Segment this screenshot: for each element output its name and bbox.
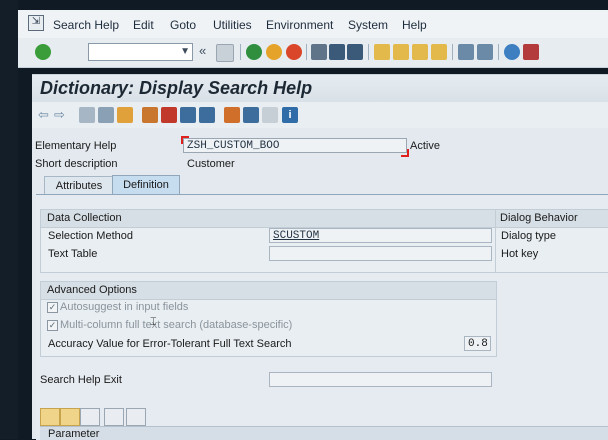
toolbar-separator <box>368 44 369 60</box>
display-change-icon[interactable] <box>79 107 95 123</box>
autosuggest-label: Autosuggest in input fields <box>60 301 189 313</box>
first-page-icon[interactable] <box>374 44 390 60</box>
dialog-behavior-header: Dialog Behavior <box>496 210 608 228</box>
application-toolbar: ⇦ ⇨ i <box>32 102 608 129</box>
standard-toolbar: ▼ « <box>18 38 608 68</box>
short-description-value: Customer <box>187 158 235 170</box>
multicolumn-search-label: Multi-column full text search (database-… <box>60 319 293 331</box>
tab-definition[interactable]: Definition <box>112 175 180 194</box>
window-left-edge <box>0 0 18 439</box>
object-list-icon[interactable] <box>199 107 215 123</box>
advanced-options-header: Advanced Options <box>41 282 496 300</box>
cancel-icon[interactable] <box>286 44 302 60</box>
menu-search-help[interactable]: Search Help <box>53 18 119 32</box>
print-icon[interactable] <box>311 44 327 60</box>
data-collection-heading: Data Collection <box>47 212 122 224</box>
help-icon[interactable] <box>504 44 520 60</box>
elementary-help-field[interactable]: ZSH_CUSTOM_BOO <box>183 138 407 153</box>
copy-icon[interactable] <box>60 408 80 426</box>
other-object-icon[interactable] <box>98 107 114 123</box>
search-help-exit-field[interactable] <box>269 372 492 387</box>
documentation-icon[interactable] <box>262 107 278 123</box>
test-icon[interactable] <box>180 107 196 123</box>
page-title: Dictionary: Display Search Help <box>40 78 313 98</box>
accuracy-value: 0.8 <box>468 338 488 350</box>
cut-icon[interactable] <box>40 408 60 426</box>
enter-check-icon[interactable] <box>35 44 51 60</box>
mouse-cursor-icon: ⌶ <box>150 316 157 328</box>
text-table-field[interactable] <box>269 246 492 261</box>
command-field[interactable]: ▼ <box>88 43 193 61</box>
align-icon[interactable] <box>243 107 259 123</box>
new-session-icon[interactable] <box>458 44 474 60</box>
back-icon[interactable] <box>246 44 262 60</box>
autosuggest-checkbox[interactable]: ✓ <box>47 302 58 313</box>
text-table-label: Text Table <box>48 248 98 260</box>
insert-row-icon[interactable] <box>104 408 124 426</box>
where-used-icon[interactable] <box>161 107 177 123</box>
find-icon[interactable] <box>329 44 345 60</box>
shortcut-icon[interactable] <box>477 44 493 60</box>
search-help-exit-label: Search Help Exit <box>40 374 122 386</box>
toolbar-separator <box>498 44 499 60</box>
back-arrow-icon[interactable]: ⇦ <box>38 107 49 123</box>
info-icon[interactable]: i <box>282 107 298 123</box>
selection-method-field[interactable]: SCUSTOM <box>269 228 492 243</box>
selection-method-label: Selection Method <box>48 230 133 242</box>
toolbar-separator <box>306 44 307 60</box>
title-bar: Dictionary: Display Search Help <box>32 74 608 104</box>
advanced-options-heading: Advanced Options <box>47 284 137 296</box>
customize-layout-icon[interactable] <box>523 44 539 60</box>
menu-system[interactable]: System <box>348 18 388 32</box>
system-menu-icon[interactable]: ⇲ <box>28 15 44 31</box>
exit-icon[interactable] <box>266 44 282 60</box>
previous-page-icon[interactable] <box>393 44 409 60</box>
collapse-arrow-icon[interactable]: « <box>199 43 206 58</box>
menu-utilities[interactable]: Utilities <box>213 18 252 32</box>
hierarchy-icon[interactable] <box>224 107 240 123</box>
tab-attributes-label: Attributes <box>55 180 103 192</box>
save-icon[interactable] <box>216 44 234 62</box>
status-text: Active <box>410 140 440 152</box>
selection-method-value: SCUSTOM <box>273 230 320 242</box>
multicolumn-search-checkbox[interactable]: ✓ <box>47 320 58 331</box>
elementary-help-value: ZSH_CUSTOM_BOO <box>187 140 280 152</box>
data-collection-header: Data Collection <box>41 210 496 228</box>
parameter-table-header: Parameter <box>40 426 608 440</box>
next-page-icon[interactable] <box>412 44 428 60</box>
dialog-type-label: Dialog type <box>501 230 557 242</box>
toolbar-separator <box>452 44 453 60</box>
dialog-behavior-heading: Dialog Behavior <box>500 212 578 224</box>
short-description-label: Short description <box>35 158 118 170</box>
elementary-help-label: Elementary Help <box>35 140 117 152</box>
activate-icon[interactable] <box>142 107 158 123</box>
accuracy-value-label: Accuracy Value for Error-Tolerant Full T… <box>48 338 292 350</box>
required-marker <box>181 136 189 144</box>
tab-definition-label: Definition <box>123 179 169 191</box>
hot-key-label: Hot key <box>501 248 539 260</box>
accuracy-value-field[interactable]: 0.8 <box>464 336 491 351</box>
delete-row-icon[interactable] <box>126 408 146 426</box>
chevron-down-icon[interactable]: ▼ <box>180 46 190 57</box>
parameter-column-header[interactable]: Parameter <box>48 428 99 440</box>
paste-icon[interactable] <box>80 408 100 426</box>
menu-help[interactable]: Help <box>402 18 427 32</box>
toolbar-separator <box>240 44 241 60</box>
menu-bar: ⇲ Search Help Edit Goto Utilities Enviro… <box>18 10 608 39</box>
tab-attributes[interactable]: Attributes <box>44 176 114 195</box>
menu-environment[interactable]: Environment <box>266 18 333 32</box>
check-icon[interactable] <box>117 107 133 123</box>
required-marker <box>401 149 409 157</box>
menu-edit[interactable]: Edit <box>133 18 154 32</box>
find-next-icon[interactable] <box>347 44 363 60</box>
forward-arrow-icon[interactable]: ⇨ <box>54 107 65 123</box>
last-page-icon[interactable] <box>431 44 447 60</box>
menu-goto[interactable]: Goto <box>170 18 196 32</box>
